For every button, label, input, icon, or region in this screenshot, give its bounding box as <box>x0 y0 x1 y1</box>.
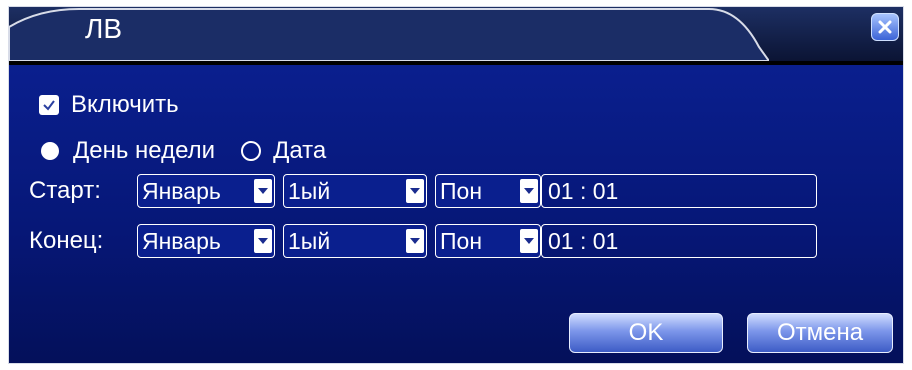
end-month-select[interactable]: Январь <box>137 224 275 258</box>
dialog-body: Включить День недели Дата Старт: Январь … <box>9 65 903 363</box>
start-day-select[interactable]: Пон <box>435 174 541 208</box>
start-month-select[interactable]: Январь <box>137 174 275 208</box>
dialog-title: ЛВ <box>85 13 123 44</box>
radio-date-label: Дата <box>273 137 327 164</box>
start-label: Старт: <box>29 177 101 204</box>
radio-date[interactable] <box>241 141 262 161</box>
chevron-down-icon[interactable] <box>520 229 538 253</box>
chevron-down-icon[interactable] <box>406 179 424 203</box>
chevron-down-icon[interactable] <box>406 229 424 253</box>
title-bar: ЛВ <box>9 7 903 61</box>
end-label: Конец: <box>29 227 104 254</box>
start-time-field[interactable]: 01 : 01 <box>541 174 817 208</box>
chevron-down-icon[interactable] <box>254 229 272 253</box>
close-button[interactable] <box>871 13 899 41</box>
start-row: Старт: Январь 1ый Пон 01 : 01 <box>29 174 817 208</box>
end-row: Конец: Январь 1ый Пон 01 : 01 <box>29 224 817 258</box>
close-icon <box>878 20 892 34</box>
end-month-value: Январь <box>142 228 221 254</box>
enable-row: Включить <box>39 91 179 119</box>
start-month-value: Январь <box>142 178 221 204</box>
ok-button[interactable]: OK <box>569 313 723 353</box>
enable-checkbox[interactable] <box>39 95 59 115</box>
start-week-select[interactable]: 1ый <box>283 174 427 208</box>
end-time-field[interactable]: 01 : 01 <box>541 224 817 258</box>
chevron-down-icon[interactable] <box>254 179 272 203</box>
cancel-button[interactable]: Отмена <box>747 313 893 353</box>
end-week-value: 1ый <box>288 228 331 254</box>
checkmark-icon <box>43 100 55 111</box>
chevron-down-icon[interactable] <box>520 179 538 203</box>
mode-row: День недели Дата <box>41 137 326 165</box>
dst-dialog: ЛВ Включить День недели Дата Старт: Янва… <box>8 6 904 364</box>
end-week-select[interactable]: 1ый <box>283 224 427 258</box>
end-day-value: Пон <box>440 228 483 254</box>
start-week-value: 1ый <box>288 178 331 204</box>
enable-label: Включить <box>71 91 179 118</box>
radio-weekday[interactable] <box>41 142 59 160</box>
start-day-value: Пон <box>440 178 483 204</box>
title-tab-shape <box>9 8 769 61</box>
end-day-select[interactable]: Пон <box>435 224 541 258</box>
radio-weekday-label: День недели <box>73 137 216 164</box>
